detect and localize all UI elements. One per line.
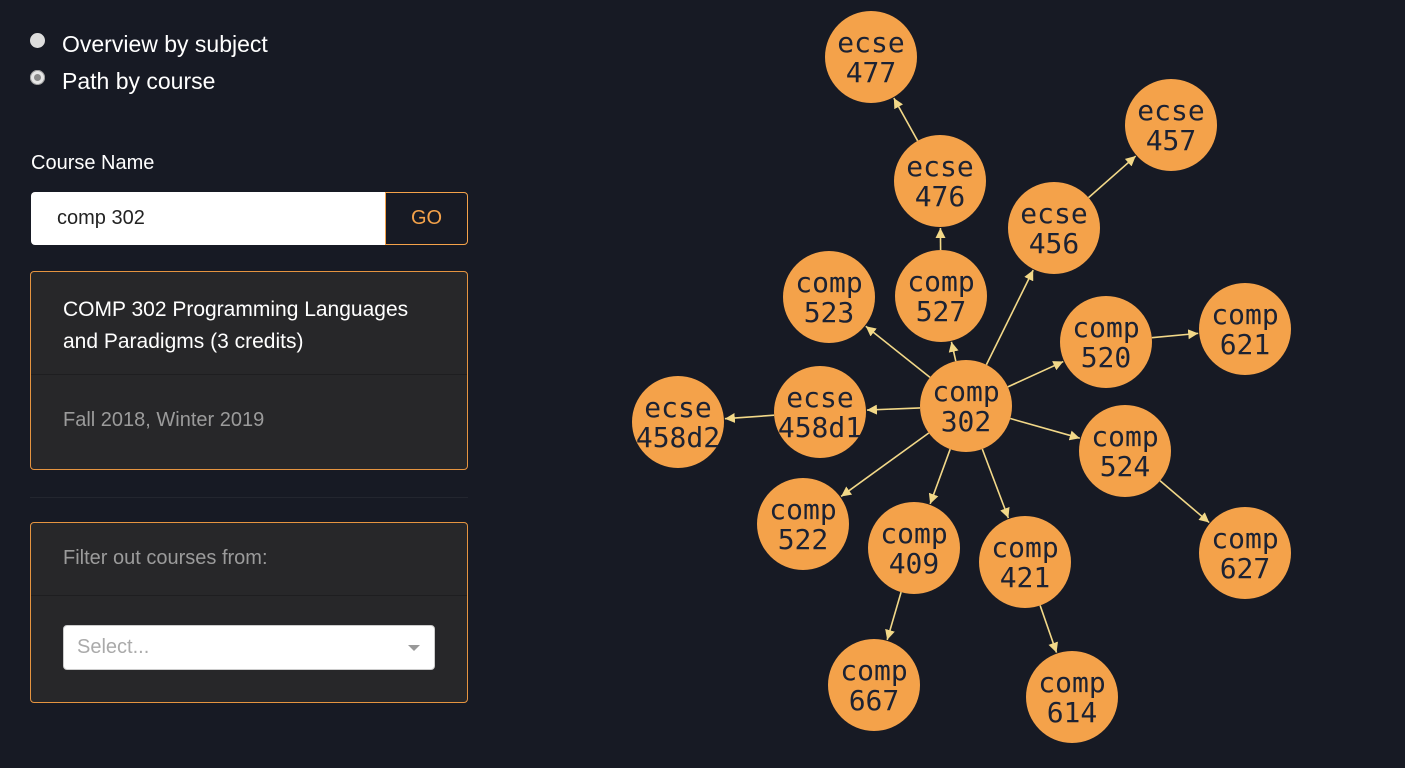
- course-node-number: 523: [804, 296, 855, 329]
- course-node-subject: ecse: [1137, 94, 1204, 127]
- course-node-number: 527: [916, 295, 967, 328]
- course-node-subject: comp: [932, 375, 999, 408]
- course-node-subject: ecse: [644, 391, 711, 424]
- course-node-ecse457[interactable]: ecse457: [1125, 79, 1217, 171]
- course-node-subject: comp: [1091, 420, 1158, 453]
- course-node-number: 458d2: [636, 421, 720, 454]
- course-node-comp667[interactable]: comp667: [828, 639, 920, 731]
- course-node-subject: comp: [795, 266, 862, 299]
- course-node-comp302[interactable]: comp302: [920, 360, 1012, 452]
- graph-nodes: comp302comp527ecse476ecse477ecse456ecse4…: [632, 11, 1291, 743]
- course-node-number: 614: [1047, 696, 1098, 729]
- course-node-comp409[interactable]: comp409: [868, 502, 960, 594]
- edge-comp302-ecse456: [985, 269, 1034, 366]
- edge-comp302-comp520: [1007, 360, 1064, 388]
- course-node-subject: ecse: [1020, 197, 1087, 230]
- app-page: Overview by subject Path by course Cours…: [0, 0, 1405, 768]
- course-node-number: 421: [1000, 561, 1051, 594]
- course-node-subject: comp: [840, 654, 907, 687]
- course-node-subject: comp: [1211, 298, 1278, 331]
- edge-comp302-comp524: [1010, 417, 1080, 441]
- course-node-comp621[interactable]: comp621: [1199, 283, 1291, 375]
- course-node-number: 409: [889, 547, 940, 580]
- course-node-number: 621: [1220, 328, 1271, 361]
- course-node-comp614[interactable]: comp614: [1026, 651, 1118, 743]
- edge-comp409-comp667: [885, 591, 902, 641]
- edge-comp520-comp621: [1151, 329, 1199, 340]
- course-node-subject: comp: [1038, 666, 1105, 699]
- course-node-comp523[interactable]: comp523: [783, 251, 875, 343]
- course-node-number: 477: [846, 56, 897, 89]
- course-node-comp520[interactable]: comp520: [1060, 296, 1152, 388]
- course-node-comp421[interactable]: comp421: [979, 516, 1071, 608]
- course-node-comp522[interactable]: comp522: [757, 478, 849, 570]
- course-node-ecse476[interactable]: ecse476: [894, 135, 986, 227]
- course-node-comp627[interactable]: comp627: [1199, 507, 1291, 599]
- course-node-comp524[interactable]: comp524: [1079, 405, 1171, 497]
- course-node-number: 476: [915, 180, 966, 213]
- course-node-subject: ecse: [837, 26, 904, 59]
- course-node-subject: comp: [907, 265, 974, 298]
- course-node-comp527[interactable]: comp527: [895, 250, 987, 342]
- course-node-number: 524: [1100, 450, 1151, 483]
- edge-comp302-ecse458d1: [866, 404, 921, 415]
- course-node-subject: comp: [880, 517, 947, 550]
- course-node-number: 667: [849, 684, 900, 717]
- course-node-number: 456: [1029, 227, 1080, 260]
- course-node-number: 520: [1081, 341, 1132, 374]
- course-node-ecse458d2[interactable]: ecse458d2: [632, 376, 724, 468]
- course-node-subject: comp: [1072, 311, 1139, 344]
- course-node-ecse477[interactable]: ecse477: [825, 11, 917, 103]
- course-node-number: 458d1: [778, 411, 862, 444]
- edge-ecse458d1-ecse458d2: [724, 413, 775, 423]
- edge-ecse476-ecse477: [893, 97, 919, 142]
- edge-ecse456-ecse457: [1087, 155, 1137, 199]
- edge-comp302-comp409: [928, 448, 951, 505]
- prerequisite-graph: comp302comp527ecse476ecse477ecse456ecse4…: [632, 11, 1291, 743]
- course-node-subject: comp: [769, 493, 836, 526]
- course-node-number: 627: [1220, 552, 1271, 585]
- course-node-subject: comp: [991, 531, 1058, 564]
- course-node-number: 302: [941, 405, 992, 438]
- course-node-ecse456[interactable]: ecse456: [1008, 182, 1100, 274]
- edge-comp302-comp421: [981, 448, 1010, 519]
- course-node-subject: comp: [1211, 522, 1278, 555]
- edge-comp302-comp527: [948, 341, 959, 362]
- course-node-ecse458d1[interactable]: ecse458d1: [774, 366, 866, 458]
- edge-comp421-comp614: [1039, 605, 1058, 653]
- course-node-subject: ecse: [906, 150, 973, 183]
- edge-comp524-comp627: [1159, 480, 1210, 524]
- course-node-number: 522: [778, 523, 829, 556]
- course-node-subject: ecse: [786, 381, 853, 414]
- course-node-number: 457: [1146, 124, 1197, 157]
